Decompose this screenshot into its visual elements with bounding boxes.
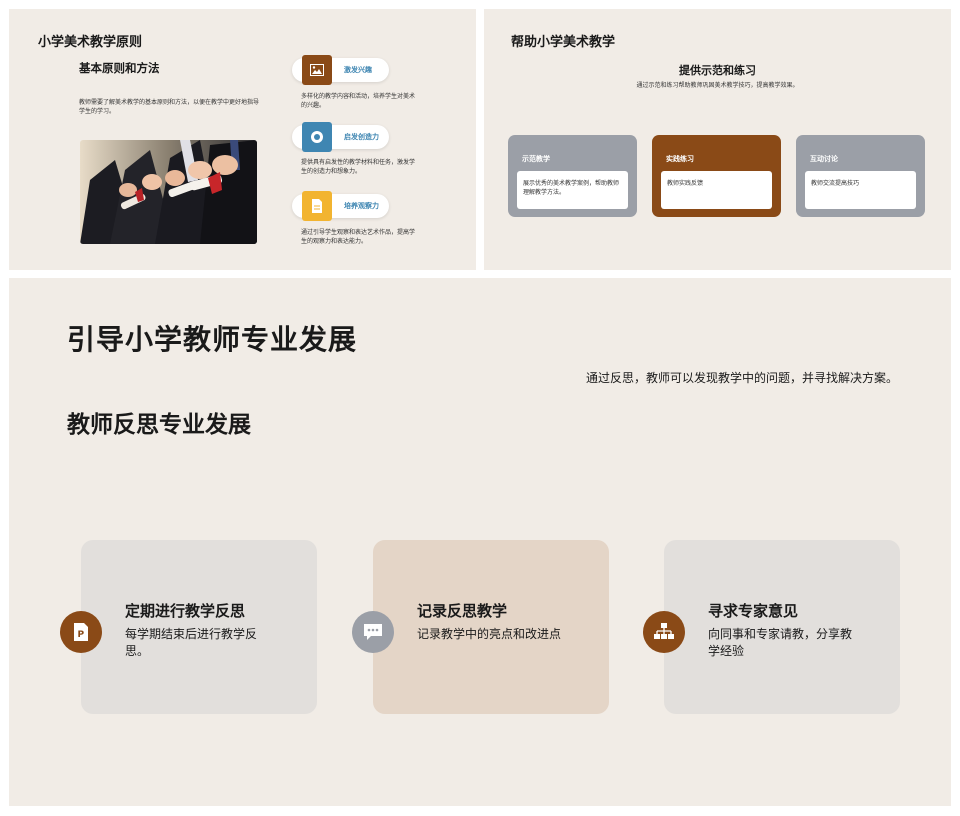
- svg-text:P: P: [78, 630, 85, 640]
- card-label: 实践练习: [666, 155, 694, 163]
- principle-item-interest[interactable]: 激发兴趣: [292, 55, 389, 85]
- principle-description: 通过引导学生观察和表达艺术作品，提高学生的观察力和表达能力。: [301, 229, 416, 245]
- slide-title: 小学美术教学原则: [38, 35, 143, 50]
- slide-art-teaching-principles[interactable]: 小学美术教学原则 基本原则和方法 教师需要了解美术教学的基本原则和方法，以便在教…: [9, 9, 476, 270]
- card-discussion[interactable]: 互动讨论 教师交流提高技巧: [796, 135, 925, 217]
- principle-description: 提供具有启发性的教学材料和任务，激发学生的创造力和想象力。: [301, 159, 416, 175]
- principle-item-creativity[interactable]: 启发创造力: [292, 122, 389, 152]
- card-text: 教师实践反馈: [661, 171, 772, 209]
- slide-title: 引导小学教师专业发展: [67, 323, 358, 356]
- slide-description: 通过反思，教师可以发现教学中的问题，并寻找解决方案。: [586, 371, 899, 385]
- card-demonstration[interactable]: 示范教学 展示优秀的美术教学案例，帮助教师理解教学方法。: [508, 135, 637, 217]
- box-title: 记录反思教学: [417, 602, 508, 620]
- slide-subtitle: 教师反思专业发展: [67, 412, 251, 438]
- box-title: 寻求专家意见: [708, 602, 799, 620]
- slide-title: 帮助小学美术教学: [511, 35, 616, 50]
- principle-item-observation[interactable]: 培养观察力: [292, 191, 389, 221]
- box-text: 记录教学中的亮点和改进点: [417, 627, 562, 641]
- chat-icon: [352, 611, 394, 653]
- card-label: 互动讨论: [810, 155, 838, 163]
- document-icon: [302, 191, 332, 221]
- presentation-icon: P: [60, 611, 102, 653]
- target-icon: [302, 122, 332, 152]
- slide-description: 教师需要了解美术教学的基本原则和方法，以便在教学中更好地指导学生的学习。: [79, 99, 260, 115]
- card-practice[interactable]: 实践练习 教师实践反馈: [652, 135, 781, 217]
- card-label: 示范教学: [522, 155, 550, 163]
- box-text: 每学期结束后进行教学反思。: [125, 627, 258, 658]
- principle-label: 培养观察力: [344, 202, 379, 210]
- slide-description: 通过示范和练习帮助教师巩固美术教学技巧，提高教学效果。: [636, 82, 799, 89]
- graduates-photo: [80, 140, 257, 244]
- principle-label: 启发创造力: [344, 133, 379, 141]
- card-text: 展示优秀的美术教学案例，帮助教师理解教学方法。: [517, 171, 628, 209]
- slide-help-art-teaching[interactable]: 帮助小学美术教学 提供示范和练习 通过示范和练习帮助教师巩固美术教学技巧，提高教…: [484, 9, 951, 270]
- hierarchy-icon: [643, 611, 685, 653]
- slide-subtitle: 基本原则和方法: [79, 61, 160, 75]
- card-text: 教师交流提高技巧: [805, 171, 916, 209]
- principle-label: 激发兴趣: [344, 66, 372, 74]
- image-icon: [302, 55, 332, 85]
- box-title: 定期进行教学反思: [125, 602, 246, 620]
- slide-subtitle: 提供示范和练习: [679, 64, 756, 77]
- box-text: 向同事和专家请教，分享教学经验: [708, 627, 853, 658]
- slide-teacher-development[interactable]: 引导小学教师专业发展 通过反思，教师可以发现教学中的问题，并寻找解决方案。 教师…: [9, 278, 951, 806]
- principle-description: 多样化的教学内容和活动，培养学生对美术的兴趣。: [301, 93, 416, 109]
